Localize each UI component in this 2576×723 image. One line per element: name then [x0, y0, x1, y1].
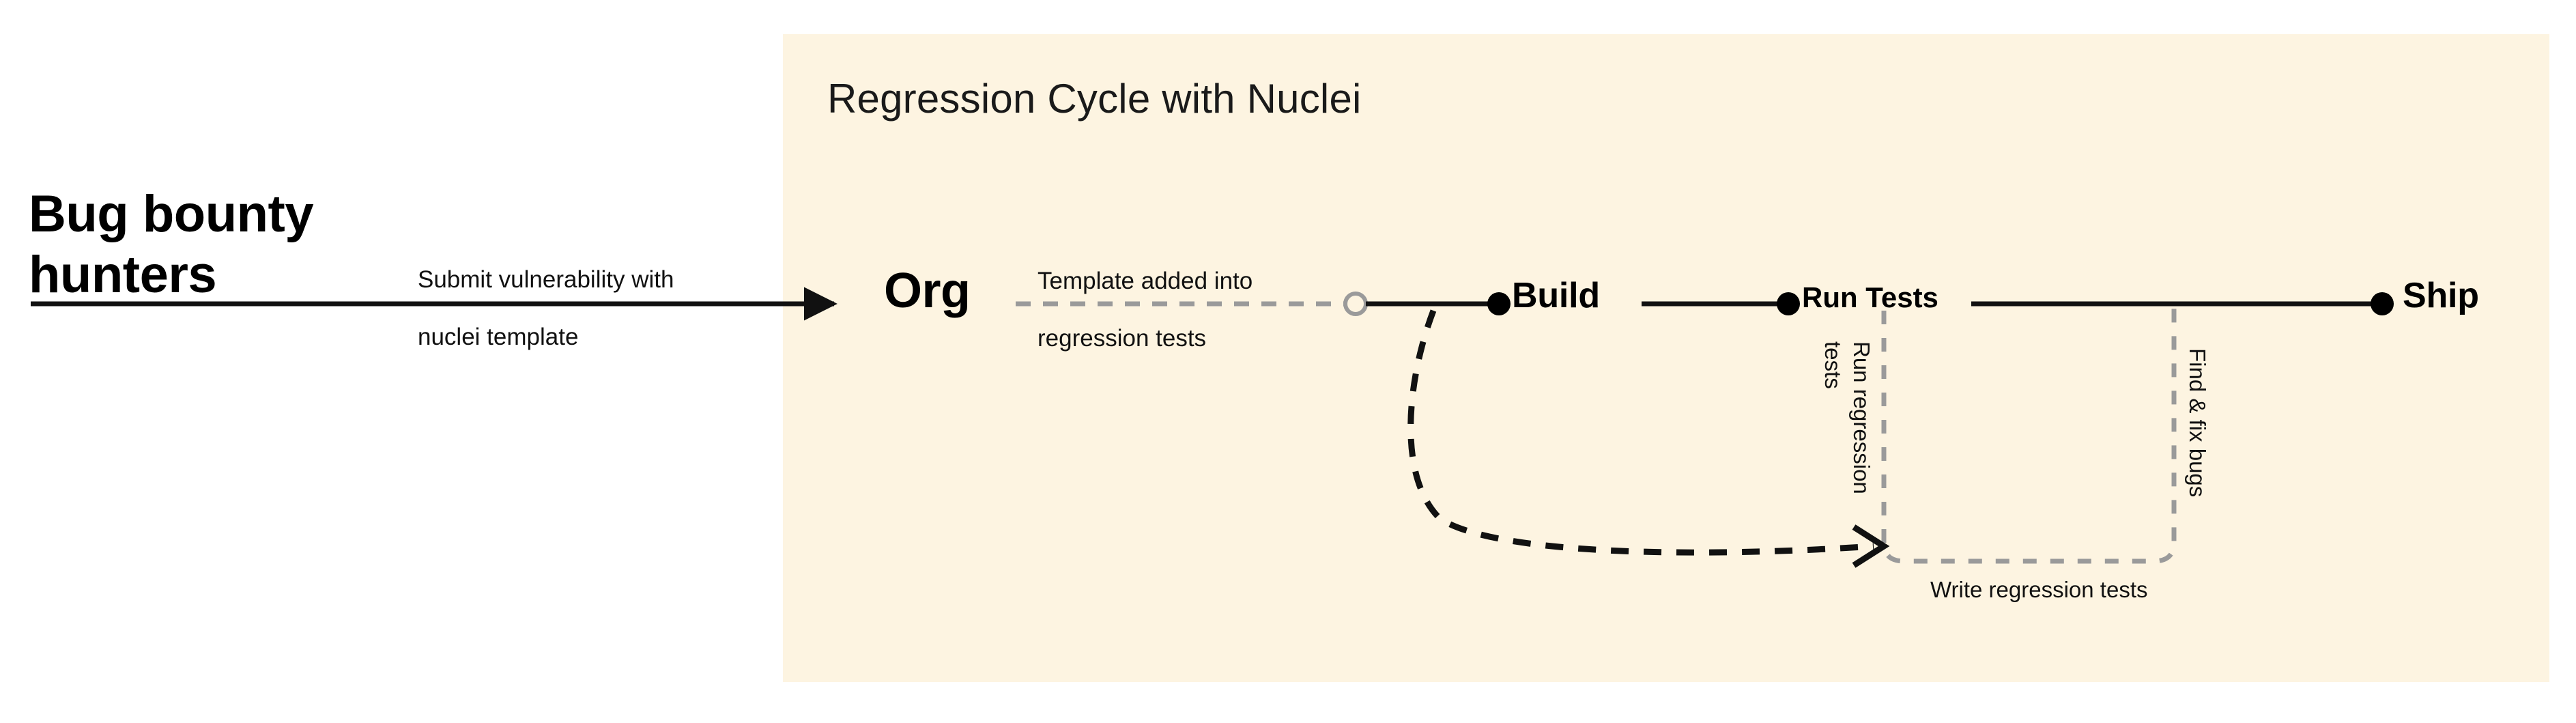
feedback-loop-dashed — [1407, 309, 1874, 556]
node-run-tests-label: Run Tests — [1802, 281, 1938, 313]
write-regression-tests-label: Write regression tests — [1930, 577, 2148, 602]
build-node-dot — [1487, 292, 1511, 315]
run-regression-tests-label: Run regression tests — [1814, 341, 1876, 546]
run-tests-node-dot — [1777, 292, 1800, 315]
regression-bracket-dashed — [1881, 309, 2177, 564]
template-added-label: Template added into regression tests — [1037, 253, 1351, 367]
node-org-label: Org — [884, 264, 971, 318]
find-and-fix-bugs-text: Find & fix bugs — [2185, 348, 2210, 498]
template-label-line-1: Template added into — [1037, 268, 1253, 294]
template-label-line-2: regression tests — [1037, 325, 1207, 352]
node-build-label: Build — [1512, 276, 1600, 315]
run-regression-tests-text: Run regression tests — [1820, 341, 1874, 494]
node-ship-label: Ship — [2403, 276, 2479, 315]
find-and-fix-bugs-label: Find & fix bugs — [2184, 348, 2210, 497]
diagram-canvas: Regression Cycle with Nuclei Bug bounty … — [0, 0, 2576, 723]
ship-node-dot — [2371, 292, 2394, 315]
